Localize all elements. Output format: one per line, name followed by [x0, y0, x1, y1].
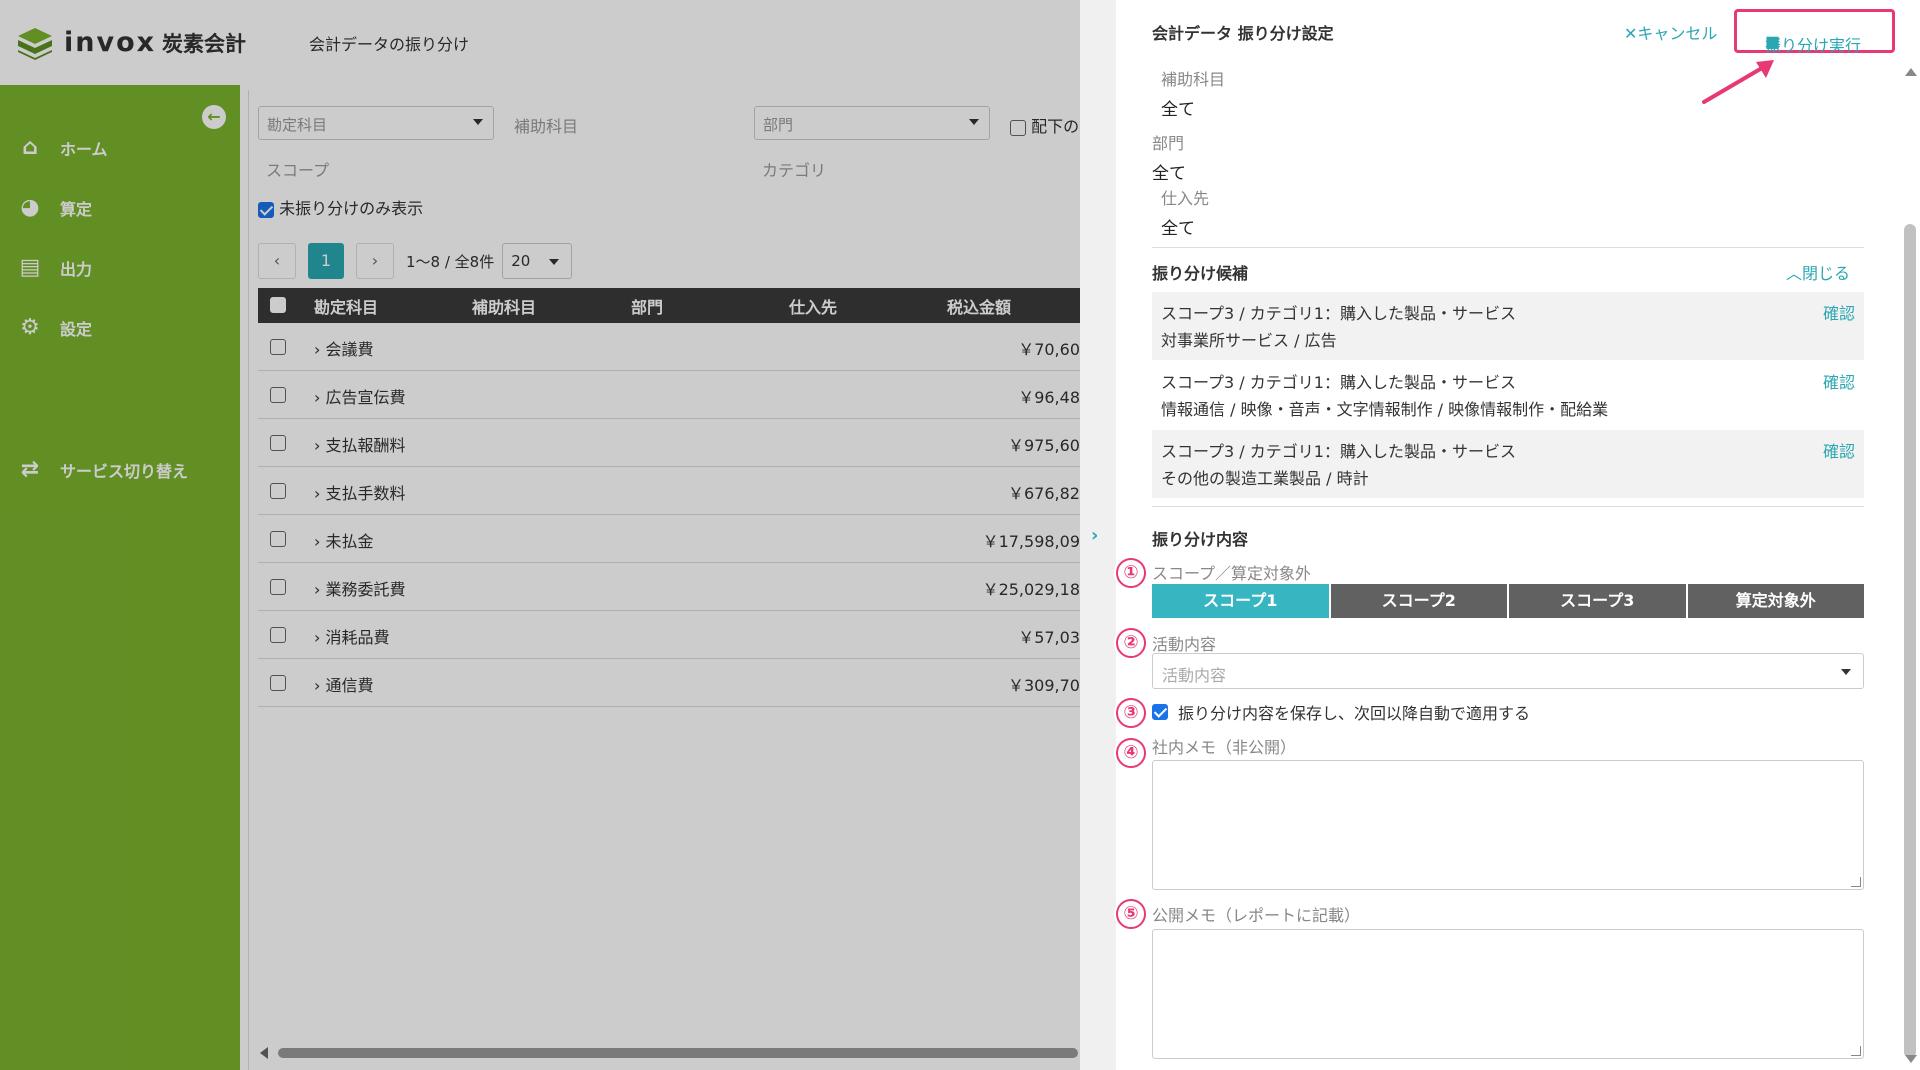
save-rule-toggle[interactable]: 振り分け内容を保存し、次回以降自動で適用する [1152, 700, 1530, 724]
app-main: invox 炭素会計 会計データの振り分け ← ⌂ ホーム ◕ 算定 ▤ 出力 … [0, 0, 1080, 1070]
divider [1152, 506, 1864, 507]
candidate-detail: その他の製造工業製品 / 時計 [1161, 469, 1369, 488]
activity-label: 活動内容 [1152, 635, 1217, 654]
resize-handle-icon[interactable] [1851, 1046, 1861, 1056]
scope-label: スコープ／算定対象外 [1152, 564, 1312, 583]
assignment-panel: 会計データ 振り分け設定 ✕キャンセル ■ 振り分け実行 補助科目 全て 部門 … [1116, 0, 1906, 1070]
activity-placeholder: 活動内容 [1162, 666, 1227, 685]
scope-option-excluded[interactable]: 算定対象外 [1687, 584, 1864, 618]
step-badge-4: ④ [1116, 738, 1146, 768]
execute-label: 振り分け実行 [1765, 36, 1862, 55]
panel-title: 会計データ 振り分け設定 [1152, 24, 1334, 43]
candidate-detail: 情報通信 / 映像・音声・文字情報制作 / 映像情報制作・配給業 [1161, 400, 1609, 419]
internal-memo-label: 社内メモ（非公開） [1152, 738, 1297, 757]
candidate-scope: スコープ3 / カテゴリ1：購入した製品・サービス [1161, 304, 1516, 323]
resize-handle-icon[interactable] [1851, 877, 1861, 887]
step-badge-5: ⑤ [1116, 899, 1146, 929]
cancel-label: キャンセル [1637, 24, 1718, 43]
save-rule-label: 振り分け内容を保存し、次回以降自動で適用する [1178, 704, 1531, 723]
divider [1152, 247, 1864, 248]
scope-option-2[interactable]: スコープ2 [1330, 584, 1507, 618]
public-memo-textarea[interactable] [1152, 929, 1864, 1059]
step-badge-3: ③ [1116, 698, 1146, 728]
candidate-item: スコープ3 / カテゴリ1：購入した製品・サービス 対事業所サービス / 広告 … [1152, 292, 1864, 360]
close-candidates-button[interactable]: ︿閉じる [1786, 260, 1850, 284]
panel-gutter: › [1080, 0, 1116, 1070]
scope-option-1[interactable]: スコープ1 [1152, 584, 1329, 618]
close-label: 閉じる [1802, 264, 1851, 283]
department-label: 部門 [1152, 134, 1185, 153]
public-memo-label: 公開メモ（レポートに記載） [1152, 906, 1361, 925]
candidate-item: スコープ3 / カテゴリ1：購入した製品・サービス その他の製造工業製品 / 時… [1152, 430, 1864, 498]
modal-overlay[interactable] [0, 0, 1080, 1070]
vertical-scrollbar[interactable] [1898, 60, 1920, 1070]
candidates-title: 振り分け候補 [1152, 264, 1249, 283]
candidate-item: スコープ3 / カテゴリ1：購入した製品・サービス 情報通信 / 映像・音声・文… [1152, 361, 1864, 429]
scroll-down-icon[interactable] [1905, 1055, 1917, 1063]
execute-button-highlight: ■ 振り分け実行 [1734, 9, 1895, 55]
chevron-up-icon: ︿ [1786, 264, 1803, 283]
confirm-link[interactable]: 確認 [1823, 300, 1855, 324]
content-title: 振り分け内容 [1152, 530, 1249, 549]
collapse-panel-icon[interactable]: › [1091, 525, 1098, 546]
candidate-scope: スコープ3 / カテゴリ1：購入した製品・サービス [1161, 373, 1516, 392]
scope-option-3[interactable]: スコープ3 [1509, 584, 1686, 618]
scope-segmented-control: スコープ1 スコープ2 スコープ3 算定対象外 [1152, 584, 1864, 618]
vendor-value: 全て [1161, 219, 1195, 239]
vendor-label: 仕入先 [1161, 189, 1210, 208]
step-badge-2: ② [1116, 628, 1146, 658]
sub-account-value: 全て [1161, 100, 1195, 120]
sub-account-label: 補助科目 [1161, 70, 1226, 89]
close-icon: ✕ [1624, 24, 1638, 43]
step-badge-1: ① [1116, 558, 1146, 588]
department-value: 全て [1152, 164, 1186, 184]
scroll-up-icon[interactable] [1905, 68, 1917, 76]
chevron-down-icon [1841, 669, 1851, 675]
cancel-button[interactable]: ✕キャンセル [1624, 20, 1717, 44]
confirm-link[interactable]: 確認 [1823, 369, 1855, 393]
scrollbar-thumb[interactable] [1904, 224, 1916, 1058]
candidate-detail: 対事業所サービス / 広告 [1161, 331, 1337, 350]
confirm-link[interactable]: 確認 [1823, 438, 1855, 462]
candidate-scope: スコープ3 / カテゴリ1：購入した製品・サービス [1161, 442, 1516, 461]
activity-select[interactable]: 活動内容 [1152, 653, 1864, 689]
save-rule-checkbox[interactable] [1152, 704, 1168, 720]
callout-arrow-icon [1702, 60, 1774, 104]
internal-memo-textarea[interactable] [1152, 760, 1864, 890]
